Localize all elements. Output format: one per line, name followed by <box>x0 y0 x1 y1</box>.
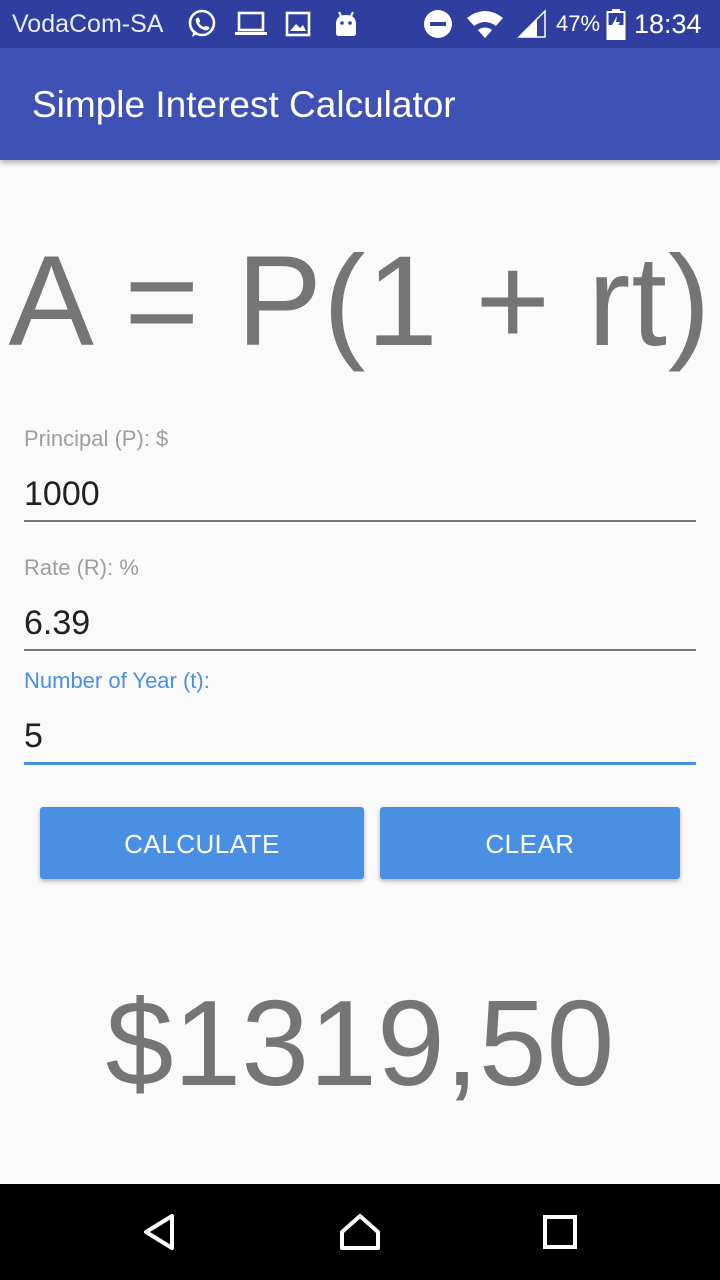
laptop-icon <box>233 8 269 40</box>
years-input[interactable] <box>24 710 696 765</box>
whatsapp-icon <box>184 8 220 40</box>
recents-icon[interactable] <box>530 1202 590 1262</box>
back-icon[interactable] <box>130 1202 190 1262</box>
image-icon <box>283 8 313 40</box>
years-label: Number of Year (t): <box>24 668 210 693</box>
app-bar: Simple Interest Calculator <box>0 48 720 160</box>
principal-label: Principal (P): $ <box>24 426 169 451</box>
app-title: Simple Interest Calculator <box>32 84 456 125</box>
dnd-icon <box>421 8 455 40</box>
calculate-button[interactable]: CALCULATE <box>40 807 364 879</box>
clear-button[interactable]: CLEAR <box>380 807 680 879</box>
formula-heading: A = P(1 + rt) <box>8 230 712 373</box>
home-icon[interactable] <box>330 1202 390 1262</box>
clock: 18:34 <box>634 9 702 39</box>
navigation-bar <box>0 1184 720 1280</box>
battery-percent: 47% <box>556 11 601 36</box>
signal-icon <box>516 8 550 40</box>
status-bar: VodaCom-SA 47% 18:34 <box>0 0 720 48</box>
rate-input[interactable] <box>24 597 696 651</box>
wifi-icon <box>464 8 506 40</box>
battery-icon <box>604 8 628 40</box>
principal-input[interactable] <box>24 468 696 522</box>
result-amount: $1319,50 <box>105 975 615 1111</box>
rate-label: Rate (R): % <box>24 555 139 580</box>
android-icon <box>331 8 361 40</box>
carrier-name: VodaCom-SA <box>12 10 164 38</box>
